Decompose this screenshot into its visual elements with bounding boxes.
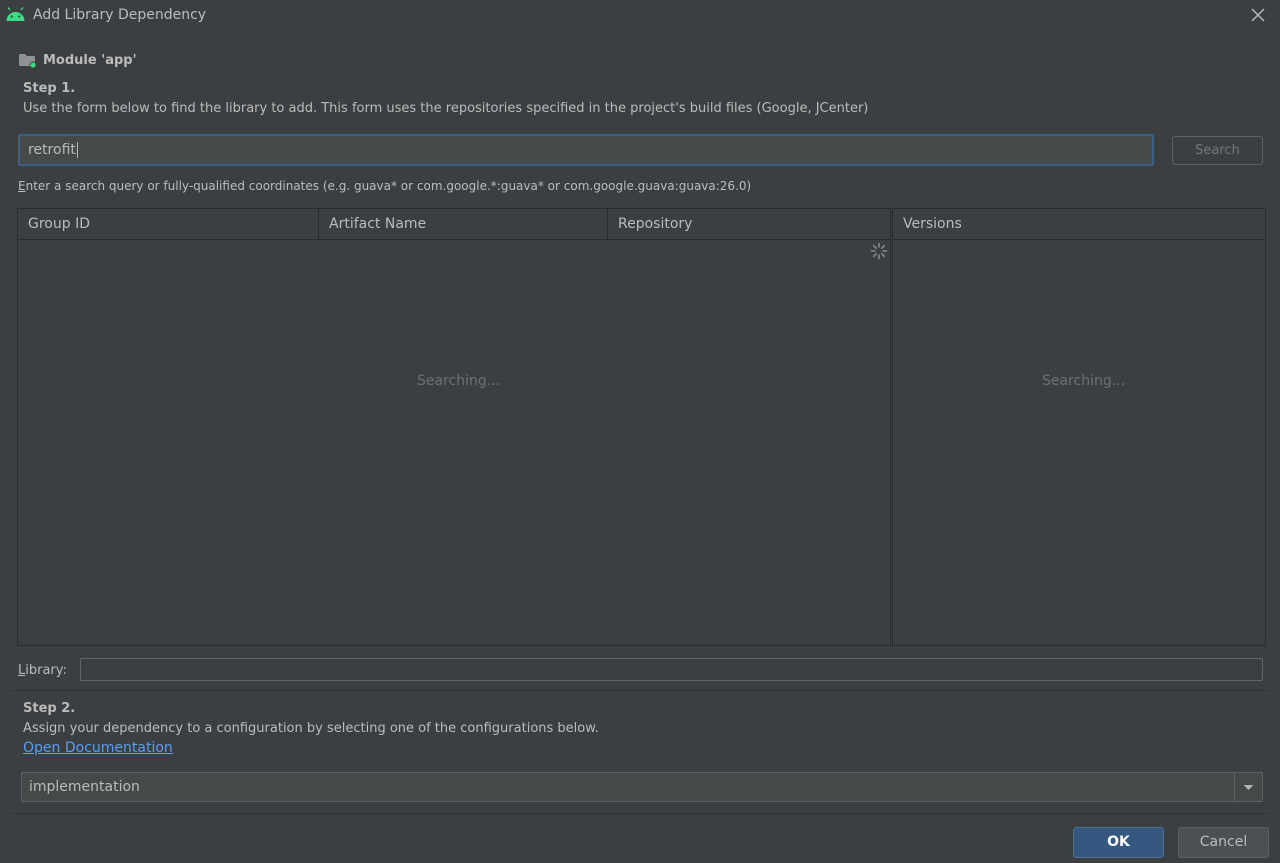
window-title: Add Library Dependency [33, 7, 207, 23]
hint-text: nter a search query or fully-qualified c… [25, 179, 752, 193]
versions-table[interactable]: Versions Searching... [892, 208, 1266, 646]
column-repository[interactable]: Repository [608, 209, 890, 239]
text-caret [76, 142, 78, 158]
results-table-header: Group ID Artifact Name Repository [18, 209, 890, 240]
configuration-value: implementation [29, 779, 140, 795]
title-bar: Add Library Dependency [0, 0, 1280, 32]
search-hint: Enter a search query or fully-qualified … [18, 179, 751, 193]
footer-divider [12, 813, 1268, 814]
hint-mnemonic: E [18, 179, 26, 193]
results-table[interactable]: Group ID Artifact Name Repository Search… [17, 208, 891, 646]
add-library-dependency-dialog: Add Library Dependency Module 'app' Step… [0, 0, 1280, 863]
cancel-button[interactable]: Cancel [1178, 827, 1269, 858]
search-button[interactable]: Search [1172, 136, 1263, 165]
search-input[interactable]: retrofit [18, 134, 1154, 166]
android-icon [6, 7, 25, 21]
configuration-dropdown[interactable]: implementation [21, 772, 1263, 802]
step2-title: Step 2. [23, 701, 76, 716]
module-label: Module 'app' [43, 52, 137, 68]
column-artifact-name[interactable]: Artifact Name [319, 209, 608, 239]
column-versions[interactable]: Versions [893, 209, 1265, 239]
chevron-down-icon[interactable] [1234, 773, 1262, 801]
library-label-text: ibrary: [25, 663, 67, 678]
module-folder-icon [19, 54, 37, 69]
ok-button[interactable]: OK [1073, 827, 1164, 858]
search-input-value: retrofit [28, 142, 76, 158]
library-label: Library: [18, 663, 67, 678]
column-group-id[interactable]: Group ID [18, 209, 319, 239]
versions-table-header: Versions [893, 209, 1265, 240]
step2-description: Assign your dependency to a configuratio… [23, 721, 599, 736]
module-header: Module 'app' [18, 50, 137, 70]
step1-title: Step 1. [23, 81, 76, 96]
results-status: Searching... [417, 373, 501, 389]
loading-spinner-icon [870, 242, 888, 260]
open-documentation-link[interactable]: Open Documentation [23, 740, 173, 756]
library-field[interactable] [80, 658, 1263, 681]
close-icon[interactable] [1248, 5, 1268, 25]
step1-description: Use the form below to find the library t… [23, 101, 869, 116]
versions-status: Searching... [1042, 373, 1126, 389]
divider [12, 690, 1268, 691]
